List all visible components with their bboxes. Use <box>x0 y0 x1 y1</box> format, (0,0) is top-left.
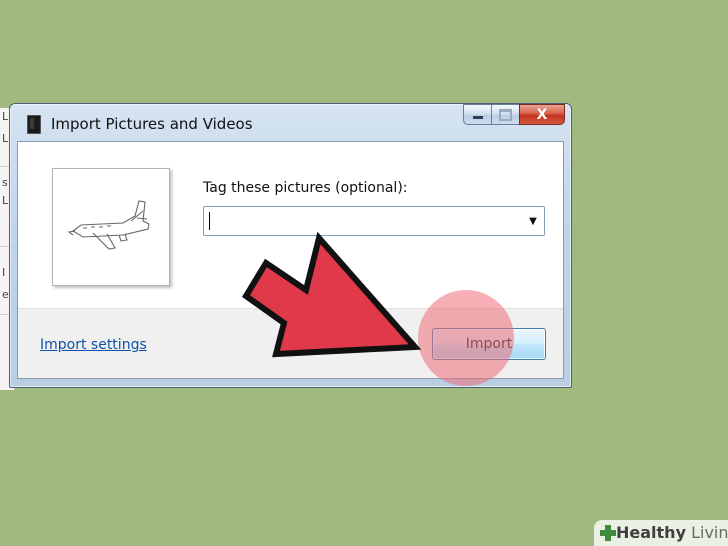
pointer-arrow-icon <box>241 231 422 358</box>
watermark-text: Healthy Living <box>616 523 728 542</box>
healthy-living-logo: Healthy Living <box>594 520 728 546</box>
plus-logo-icon <box>600 525 616 541</box>
watermark-brand-light: Living <box>691 523 728 542</box>
watermark-brand-bold: Healthy <box>616 523 686 542</box>
